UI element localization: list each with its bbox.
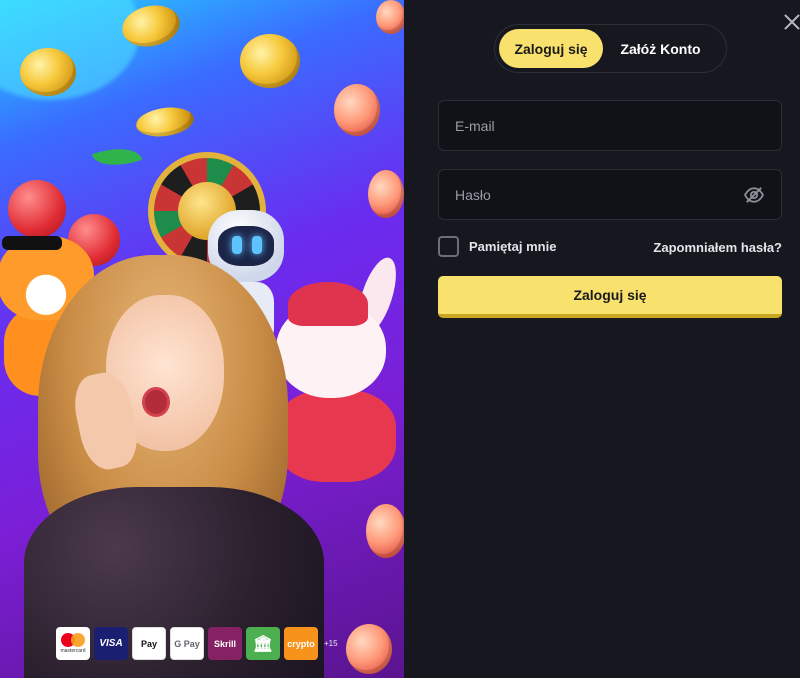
coin-decoration — [134, 104, 196, 140]
coin-decoration — [368, 170, 404, 218]
mastercard-label: mastercard — [60, 648, 86, 654]
robot-eye — [232, 236, 242, 254]
tab-login[interactable]: Zaloguj się — [499, 29, 603, 68]
crypto-icon: crypto — [284, 627, 318, 660]
robot-eye — [252, 236, 262, 254]
close-icon[interactable] — [782, 12, 800, 32]
mastercard-icon: mastercard — [56, 627, 90, 660]
eye-off-icon[interactable] — [743, 186, 765, 204]
promo-banner: mastercard VISA Pay G Pay Skrill 🏛 crypt… — [0, 0, 404, 678]
password-field — [438, 169, 782, 220]
remember-label: Pamiętaj mnie — [469, 239, 557, 254]
woman-mouth — [142, 387, 170, 417]
google-pay-icon: G Pay — [170, 627, 204, 660]
skrill-icon: Skrill — [208, 627, 242, 660]
email-input[interactable] — [455, 117, 765, 134]
coin-decoration — [376, 0, 404, 34]
bank-icon: 🏛 — [246, 627, 280, 660]
visa-icon: VISA — [94, 627, 128, 660]
password-input[interactable] — [455, 186, 743, 203]
sunglasses — [2, 236, 62, 250]
login-form-panel: Zaloguj się Załóż Konto Pamiętaj mnie Za… — [404, 0, 800, 678]
remember-checkbox[interactable] — [438, 236, 459, 257]
coin-decoration — [20, 48, 76, 96]
apple-pay-icon: Pay — [132, 627, 166, 660]
apple-pay-label: Pay — [140, 638, 157, 649]
forgot-password-link[interactable]: Zapomniałem hasła? — [653, 240, 782, 255]
login-submit-button[interactable]: Zaloguj się — [438, 276, 782, 318]
coin-decoration — [240, 34, 300, 88]
auth-tabs: Zaloguj się Załóż Konto — [494, 24, 727, 73]
coin-decoration — [334, 84, 380, 136]
tab-register[interactable]: Załóż Konto — [603, 29, 718, 68]
login-modal: mastercard VISA Pay G Pay Skrill 🏛 crypt… — [0, 0, 800, 678]
coin-decoration — [346, 624, 392, 674]
coin-decoration — [366, 504, 404, 558]
woman-image — [18, 255, 324, 678]
remember-me[interactable]: Pamiętaj mnie — [438, 236, 556, 257]
cherry-leaf — [91, 138, 143, 176]
email-field — [438, 100, 782, 151]
payment-methods: mastercard VISA Pay G Pay Skrill 🏛 crypt… — [56, 627, 338, 660]
more-payments-count: +15 — [324, 639, 338, 648]
